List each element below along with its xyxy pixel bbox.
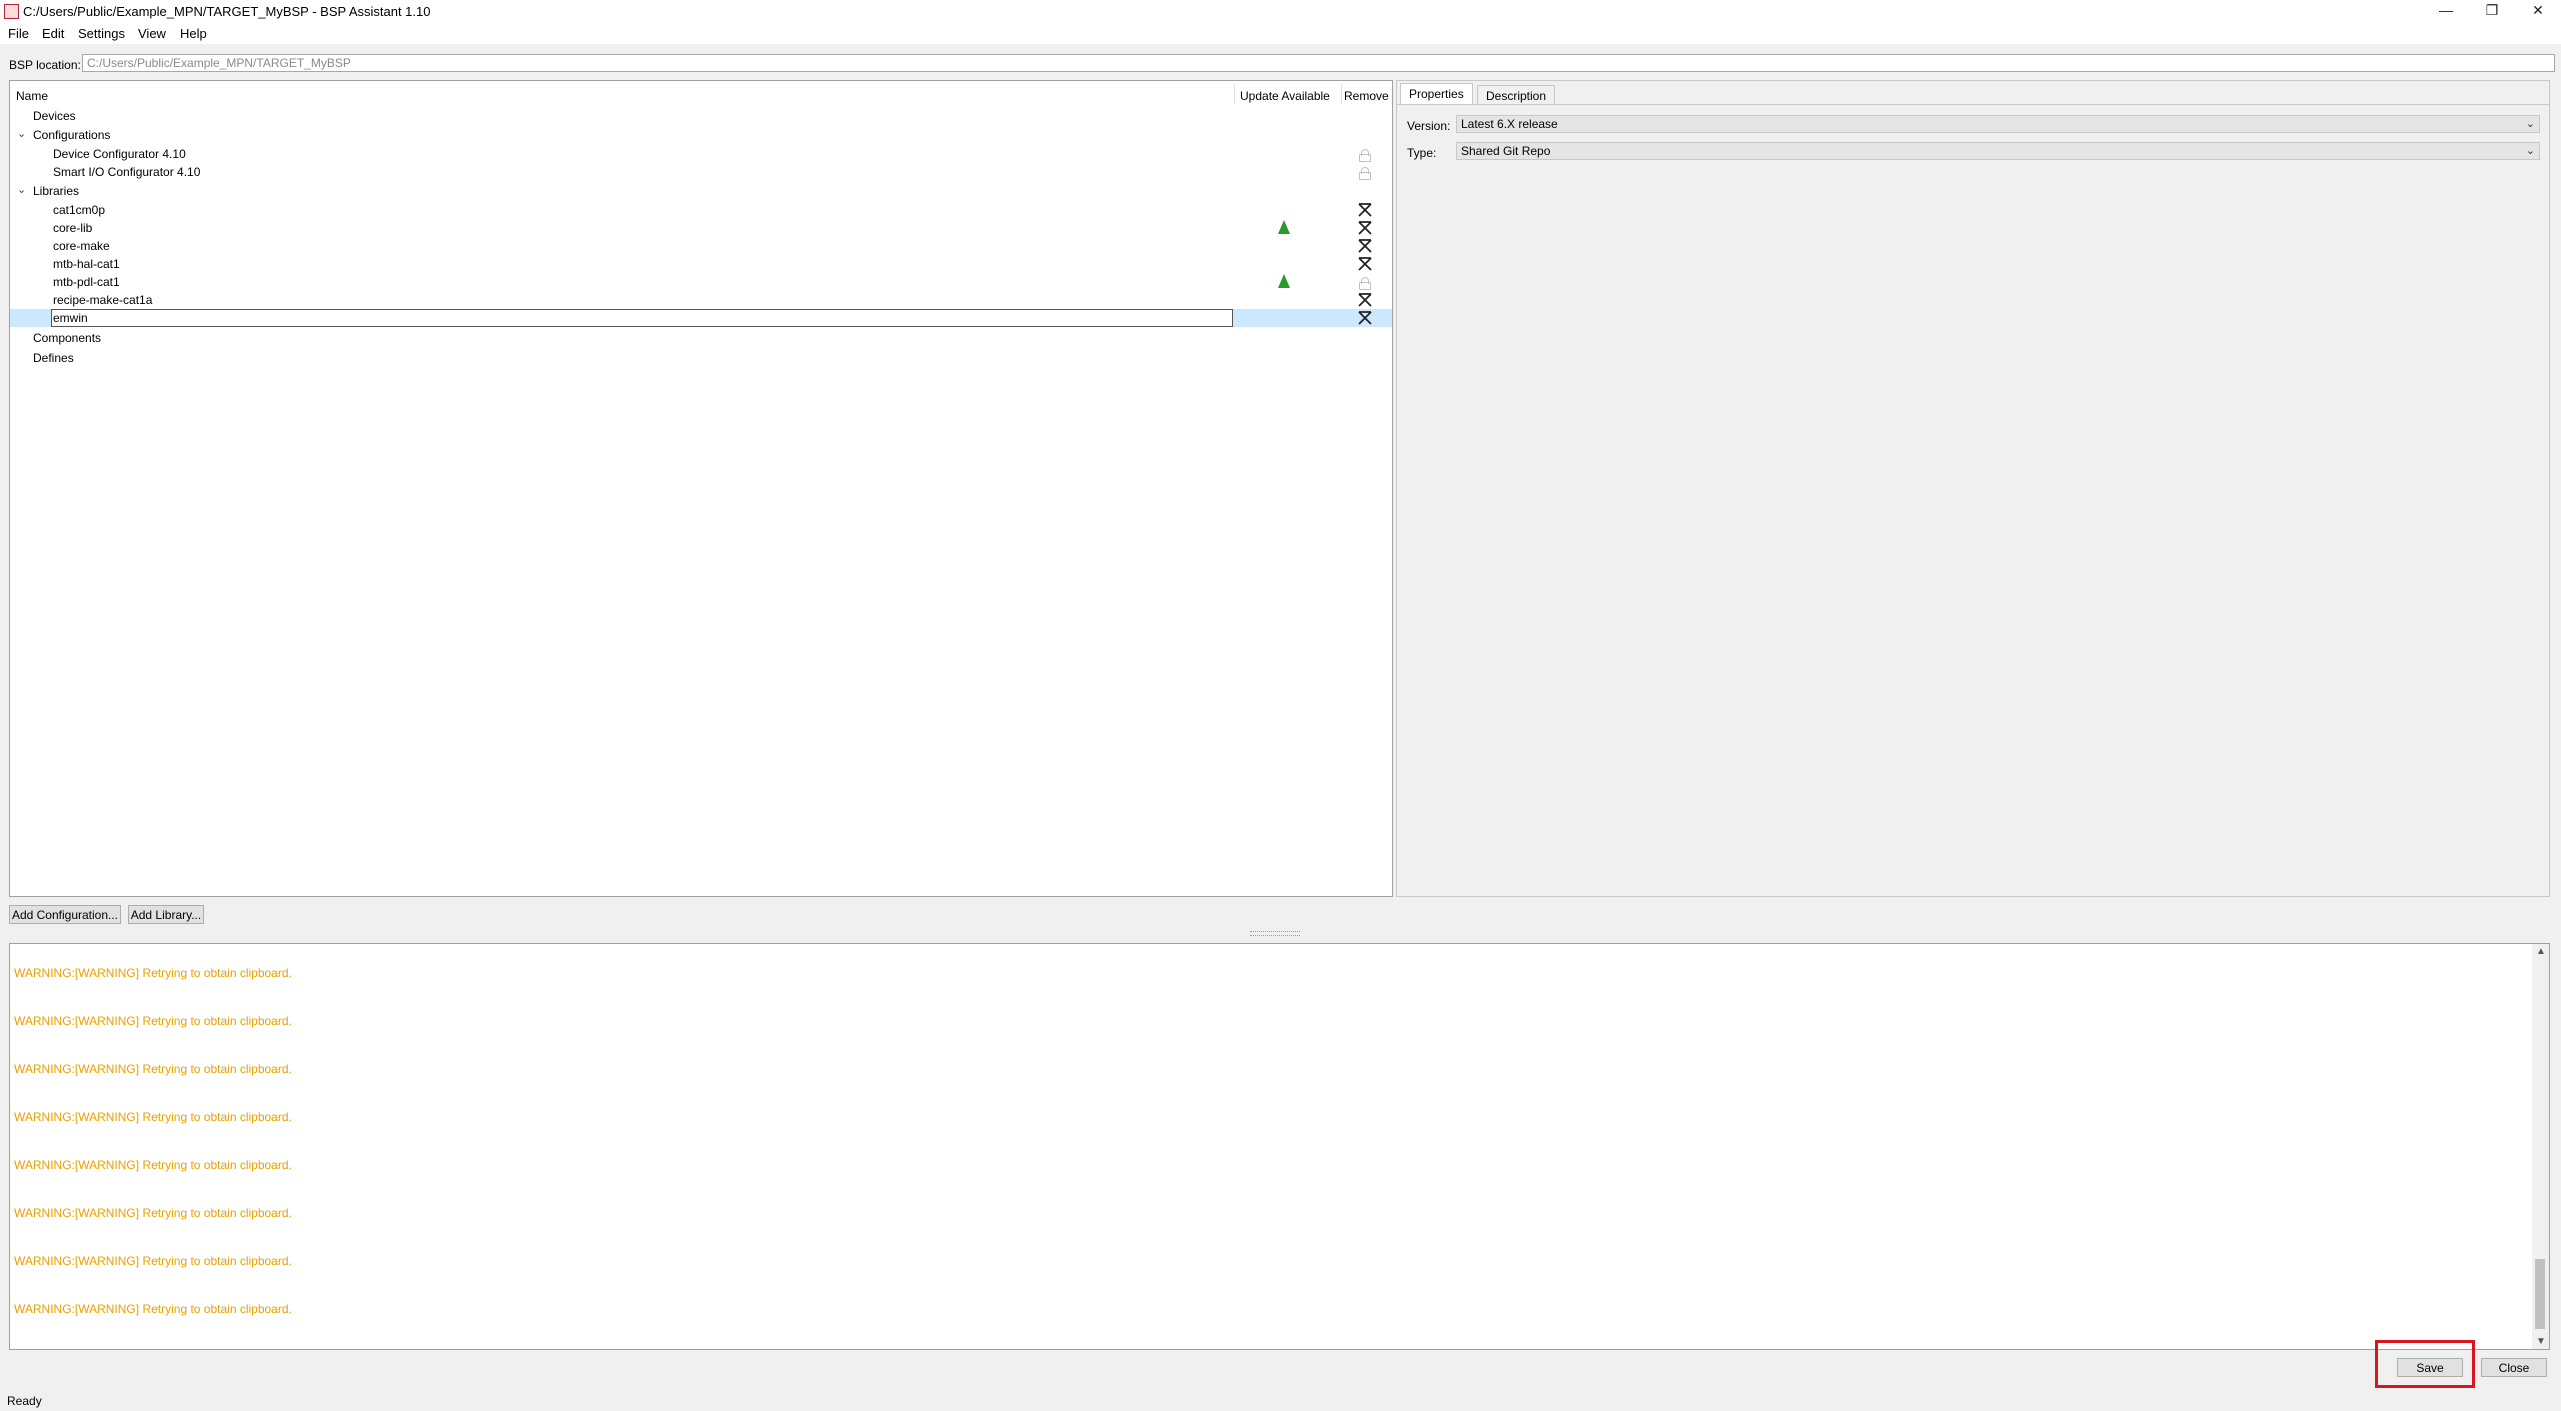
- chevron-down-icon[interactable]: ⌄: [17, 127, 26, 140]
- remove-x-icon[interactable]: [1357, 292, 1373, 308]
- log-warning-line: WARNING:[WARNING] Retrying to obtain cli…: [14, 1302, 292, 1316]
- scroll-up-icon[interactable]: ▲: [2536, 946, 2546, 957]
- menu-help[interactable]: Help: [180, 26, 207, 41]
- menu-file[interactable]: File: [8, 26, 29, 41]
- tree-row-recipe-make-cat1a[interactable]: recipe-make-cat1a: [10, 291, 1392, 309]
- title-bar: C:/Users/Public/Example_MPN/TARGET_MyBSP…: [0, 0, 2561, 22]
- add-configuration-button[interactable]: Add Configuration...: [9, 905, 121, 924]
- menu-settings[interactable]: Settings: [78, 26, 125, 41]
- restore-button[interactable]: ❐: [2469, 0, 2515, 22]
- tree-label: Defines: [33, 351, 74, 365]
- log-warning-line: WARNING:[WARNING] Retrying to obtain cli…: [14, 1014, 292, 1028]
- remove-x-icon[interactable]: [1357, 310, 1373, 326]
- tree-label: emwin: [53, 311, 88, 325]
- log-warning-line: WARNING:[WARNING] Retrying to obtain cli…: [14, 966, 292, 980]
- tree-row-defines[interactable]: Defines: [10, 349, 1392, 367]
- remove-x-icon[interactable]: [1357, 220, 1373, 236]
- log-warning-line: WARNING:[WARNING] Retrying to obtain cli…: [14, 1254, 292, 1268]
- save-button[interactable]: Save: [2397, 1358, 2463, 1377]
- close-button[interactable]: Close: [2481, 1358, 2547, 1377]
- chevron-down-icon: ⌄: [2525, 118, 2535, 130]
- tree-label: Smart I/O Configurator 4.10: [53, 165, 201, 179]
- chevron-down-icon[interactable]: ⌄: [17, 183, 26, 196]
- properties-panel: Properties Description Version: Latest 6…: [1396, 80, 2550, 897]
- minimize-button[interactable]: —: [2423, 0, 2469, 22]
- tree-row-emwin-selected[interactable]: emwin: [10, 309, 1392, 327]
- tab-description[interactable]: Description: [1477, 85, 1556, 104]
- log-warning-line: WARNING:[WARNING] Retrying to obtain cli…: [14, 1206, 292, 1220]
- tree-row-mtb-pdl-cat1[interactable]: mtb-pdl-cat1: [10, 273, 1392, 291]
- tree-row-components[interactable]: Components: [10, 329, 1392, 347]
- tree-label: Configurations: [33, 128, 111, 142]
- tree-row-mtb-hal-cat1[interactable]: mtb-hal-cat1: [10, 255, 1392, 273]
- remove-x-icon[interactable]: [1357, 202, 1373, 218]
- type-dropdown[interactable]: Shared Git Repo ⌄: [1456, 142, 2540, 160]
- chevron-down-icon: ⌄: [2525, 145, 2535, 157]
- log-warning-line: WARNING:[WARNING] Retrying to obtain cli…: [14, 1062, 292, 1076]
- column-divider: [1341, 84, 1342, 104]
- menu-bar: File Edit Settings View Help: [0, 22, 2561, 44]
- log-scrollbar[interactable]: ▲ ▼: [2532, 944, 2549, 1349]
- tree-row-libraries[interactable]: ⌄ Libraries: [10, 182, 1392, 200]
- log-warning-line: WARNING:[WARNING] Retrying to obtain cli…: [14, 1158, 292, 1172]
- tree-label: Libraries: [33, 184, 80, 198]
- scroll-down-icon[interactable]: ▼: [2536, 1336, 2546, 1347]
- version-dropdown[interactable]: Latest 6.X release ⌄: [1456, 115, 2540, 133]
- tree-label: recipe-make-cat1a: [53, 293, 153, 307]
- column-header-update-available[interactable]: Update Available: [1240, 89, 1330, 103]
- lock-icon: [1359, 149, 1371, 162]
- tree-label: mtb-pdl-cat1: [53, 275, 120, 289]
- tree-label: core-lib: [53, 221, 93, 235]
- type-label: Type:: [1407, 146, 1437, 160]
- remove-x-icon[interactable]: [1357, 256, 1373, 272]
- version-label: Version:: [1407, 119, 1451, 133]
- panel-splitter[interactable]: [0, 931, 2561, 936]
- tree-label: Components: [33, 331, 102, 345]
- log-output-panel: WARNING:[WARNING] Retrying to obtain cli…: [9, 943, 2550, 1350]
- tree-row-devices[interactable]: Devices: [10, 107, 1392, 125]
- tree-label: core-make: [53, 239, 110, 253]
- column-header-name[interactable]: Name: [16, 89, 48, 103]
- type-value: Shared Git Repo: [1461, 144, 1551, 158]
- bsp-location-field[interactable]: C:/Users/Public/Example_MPN/TARGET_MyBSP: [82, 54, 2555, 72]
- tree-label: Devices: [33, 109, 76, 123]
- tab-divider: [1397, 104, 2549, 105]
- tree-row-core-make[interactable]: core-make: [10, 237, 1392, 255]
- update-available-arrow-icon[interactable]: [1278, 274, 1290, 288]
- remove-x-icon[interactable]: [1357, 238, 1373, 254]
- menu-edit[interactable]: Edit: [42, 26, 64, 41]
- app-icon: [4, 4, 19, 19]
- tree-row-smart-io-configurator[interactable]: Smart I/O Configurator 4.10: [10, 163, 1392, 181]
- tree-row-cat1cm0p[interactable]: cat1cm0p: [10, 201, 1392, 219]
- bsp-location-label: BSP location:: [9, 58, 81, 72]
- version-value: Latest 6.X release: [1461, 117, 1558, 131]
- window-title: C:/Users/Public/Example_MPN/TARGET_MyBSP…: [23, 4, 431, 19]
- column-header-remove[interactable]: Remove: [1344, 89, 1389, 103]
- menu-view[interactable]: View: [138, 26, 166, 41]
- tab-properties[interactable]: Properties: [1400, 83, 1473, 104]
- tree-row-device-configurator[interactable]: Device Configurator 4.10: [10, 145, 1392, 163]
- rename-edit-box[interactable]: emwin: [51, 309, 1233, 327]
- column-divider: [1234, 84, 1235, 104]
- close-window-button[interactable]: ✕: [2515, 0, 2561, 22]
- log-warning-line: WARNING:[WARNING] Retrying to obtain cli…: [14, 1110, 292, 1124]
- update-available-arrow-icon[interactable]: [1278, 220, 1290, 234]
- tree-label: Device Configurator 4.10: [53, 147, 186, 161]
- add-library-button[interactable]: Add Library...: [128, 905, 204, 924]
- scrollbar-thumb[interactable]: [2535, 1259, 2545, 1329]
- tree-row-configurations[interactable]: ⌄ Configurations: [10, 126, 1392, 144]
- lock-icon: [1359, 167, 1371, 180]
- lock-icon: [1359, 277, 1371, 290]
- status-text: Ready: [7, 1394, 42, 1408]
- tree-row-core-lib[interactable]: core-lib: [10, 219, 1392, 237]
- tree-label: cat1cm0p: [53, 203, 106, 217]
- bsp-tree-panel: Name Update Available Remove Devices ⌄ C…: [9, 80, 1393, 897]
- tree-label: mtb-hal-cat1: [53, 257, 120, 271]
